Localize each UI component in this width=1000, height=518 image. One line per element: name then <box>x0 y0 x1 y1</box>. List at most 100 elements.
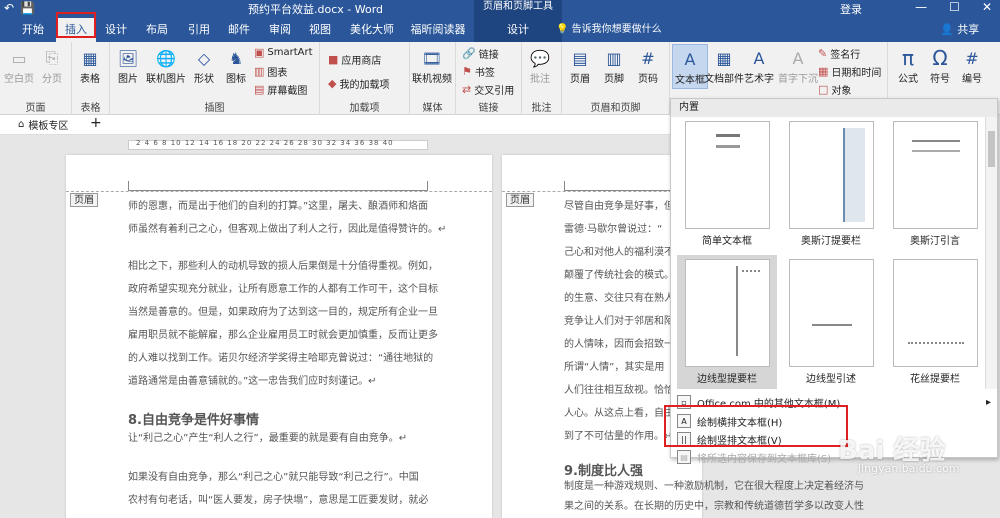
gallery-item-simple-textbox[interactable]: 简单文本框 <box>677 121 777 247</box>
group-label-illustrations: 插图 <box>204 103 225 114</box>
header-button[interactable]: ▤ 页眉 <box>568 46 592 86</box>
pi-icon: π <box>901 46 915 70</box>
comment-icon: 💬 <box>530 48 550 68</box>
dropcap-button[interactable]: A 首字下沉 <box>778 46 818 86</box>
tab-layout[interactable]: 布局 <box>138 18 176 42</box>
gallery-item-austin-sidebar[interactable]: 奥斯汀提要栏 <box>781 121 881 247</box>
gallery-caption: 奥斯汀引言 <box>910 236 960 247</box>
wordart-icon: A <box>753 48 765 68</box>
dropcap-label: 首字下沉 <box>778 74 818 85</box>
paragraph-line: 竞争让人们对于邻居和陌 <box>564 316 674 327</box>
section-heading-8: 8.自由竞争是件好事情 <box>128 413 259 428</box>
tab-beautify-master[interactable]: 美化大师 <box>344 18 400 42</box>
blank-page-icon: ▭ <box>11 48 27 68</box>
add-tab-button[interactable]: + <box>90 115 102 131</box>
login-link[interactable]: 登录 <box>840 1 862 17</box>
shapes-button[interactable]: ◇ 形状 <box>192 46 216 86</box>
wordart-button[interactable]: A 艺术字 <box>744 46 774 86</box>
icons-button[interactable]: ♞ 图标 <box>224 46 248 86</box>
addins-icon: ◆ <box>328 77 337 90</box>
paragraph-line: 己心和对他人的福利漠不 <box>564 247 674 258</box>
tab-foxit-reader[interactable]: 福昕阅读器 <box>406 18 470 42</box>
number-label: 编号 <box>962 74 982 85</box>
page-break-button[interactable]: ⎘ 分页 <box>40 46 64 85</box>
maximize-icon[interactable]: ☐ <box>949 0 960 14</box>
gallery-item-filigree-sidebar[interactable]: 花丝提要栏 <box>885 259 985 385</box>
gallery-scrollbar[interactable] <box>985 117 997 389</box>
save-icon[interactable]: 💾 <box>20 1 35 15</box>
picture-button[interactable]: 🖼 图片 <box>116 46 140 86</box>
group-links: 🔗 链接 ⚑ 书签 ⇄ 交叉引用 链接 <box>456 42 522 115</box>
highlight-box-insert-tab <box>56 12 96 38</box>
tell-me-box[interactable]: 💡 告诉我你想要做什么 <box>556 18 662 42</box>
tab-hf-design[interactable]: 设计 <box>474 18 562 42</box>
quickparts-button[interactable]: ▦ 文档部件 <box>704 46 744 86</box>
paragraph-line: 的人难以找到工作。诺贝尔经济学奖得主哈耶克曾说过：“通往地狱的 <box>128 353 434 364</box>
table-button[interactable]: ▦ 表格 <box>78 46 102 86</box>
object-button[interactable]: □ 对象 <box>818 82 851 97</box>
online-picture-button[interactable]: 🌐 联机图片 <box>146 46 186 86</box>
footer-button[interactable]: ▥ 页脚 <box>602 46 626 86</box>
chart-button[interactable]: ▥ 图表 <box>254 64 287 79</box>
tab-view[interactable]: 视图 <box>302 18 338 42</box>
gallery-caption: 边线型提要栏 <box>697 374 757 385</box>
screenshot-button[interactable]: ▤ 屏幕截图 <box>254 82 307 97</box>
tab-home[interactable]: 开始 <box>14 18 52 42</box>
smartart-button[interactable]: ▣ SmartArt <box>254 46 313 59</box>
doc-tab-template-zone[interactable]: ⌂ 模板专区 <box>18 117 68 132</box>
blank-page-label: 空白页 <box>4 74 34 85</box>
undo-icon[interactable]: ↶ <box>4 1 14 15</box>
tab-mailings[interactable]: 邮件 <box>222 18 256 42</box>
tab-design[interactable]: 设计 <box>98 18 134 42</box>
group-table: ▦ 表格 表格 <box>72 42 110 115</box>
blank-page-button[interactable]: ▭ 空白页 <box>4 46 34 86</box>
bookmark-label: 书签 <box>474 68 495 79</box>
datetime-button[interactable]: ▦ 日期和时间 <box>818 64 881 79</box>
share-button[interactable]: 👤 共享 <box>940 18 979 42</box>
highlight-box-draw-textbox <box>664 405 848 447</box>
crossref-icon: ⇄ <box>462 83 472 96</box>
smartart-label: SmartArt <box>267 47 313 58</box>
comment-button[interactable]: 💬 批注 <box>528 46 552 86</box>
gallery-caption: 奥斯汀提要栏 <box>801 236 861 247</box>
page-number-button[interactable]: # 页码 <box>636 46 660 86</box>
page-break-label: 分页 <box>42 74 62 85</box>
close-icon[interactable]: ✕ <box>982 0 992 14</box>
signature-button[interactable]: ✎ 签名行 <box>818 46 860 61</box>
group-addins: ■ 应用商店 ◆ 我的加载项 加载项 <box>320 42 410 115</box>
paragraph-line: 尽管自由竞争是好事，但 <box>564 201 674 212</box>
object-icon: □ <box>818 83 829 96</box>
formula-button[interactable]: π 公式 <box>896 46 920 85</box>
page-break-icon: ⎘ <box>45 48 59 67</box>
bookmark-icon: ⚑ <box>462 65 472 78</box>
page-number-label: 页码 <box>638 74 658 85</box>
number-button[interactable]: # 编号 <box>960 46 984 86</box>
gallery-item-austin-quote[interactable]: 奥斯汀引言 <box>885 121 985 247</box>
group-label-pages: 页面 <box>25 103 46 114</box>
gallery-item-edge-quote[interactable]: 边线型引述 <box>781 259 881 385</box>
scrollbar-thumb[interactable] <box>988 131 995 167</box>
tab-references[interactable]: 引用 <box>180 18 218 42</box>
paragraph-line: 雷德·马歇尔曾说过：“ <box>564 224 663 235</box>
symbol-button[interactable]: Ω 符号 <box>928 46 952 85</box>
gallery-item-edge-sidebar[interactable]: 边线型提要栏 <box>677 255 777 389</box>
paragraph-line: 师的恩惠，而是出于他们的自利的打算。”这里，屠夫、酿酒师和烙面 <box>128 201 429 212</box>
group-label-table: 表格 <box>80 103 101 114</box>
store-button[interactable]: ■ 应用商店 <box>328 52 381 67</box>
online-video-button[interactable]: 🎞 联机视频 <box>412 46 452 86</box>
link-button[interactable]: 🔗 链接 <box>462 46 499 61</box>
crossref-button[interactable]: ⇄ 交叉引用 <box>462 82 514 97</box>
textbox-button[interactable]: A 文本框 <box>672 44 708 89</box>
my-addins-button[interactable]: ◆ 我的加载项 <box>328 76 389 91</box>
word-window: ↶ 💾 预约平台效益.docx - Word 页眉和页脚工具 登录 — ☐ ✕ … <box>0 0 1000 518</box>
minimize-icon[interactable]: — <box>915 0 927 14</box>
horizontal-ruler[interactable]: 2 4 6 8 10 12 14 16 18 20 22 24 26 28 30… <box>0 135 672 155</box>
store-icon: ■ <box>328 53 339 66</box>
document-page-left[interactable]: 页眉 师的恩惠，而是出于他们的自利的打算。”这里，屠夫、酿酒师和烙面 师虽然有着… <box>66 155 492 518</box>
title-bar: ↶ 💾 预约平台效益.docx - Word 页眉和页脚工具 登录 — ☐ ✕ <box>0 0 1000 18</box>
tab-review[interactable]: 审阅 <box>262 18 298 42</box>
bookmark-button[interactable]: ⚑ 书签 <box>462 64 495 79</box>
thumbnail <box>684 121 770 229</box>
signature-label: 签名行 <box>830 50 861 61</box>
group-comments: 💬 批注 批注 <box>522 42 562 115</box>
